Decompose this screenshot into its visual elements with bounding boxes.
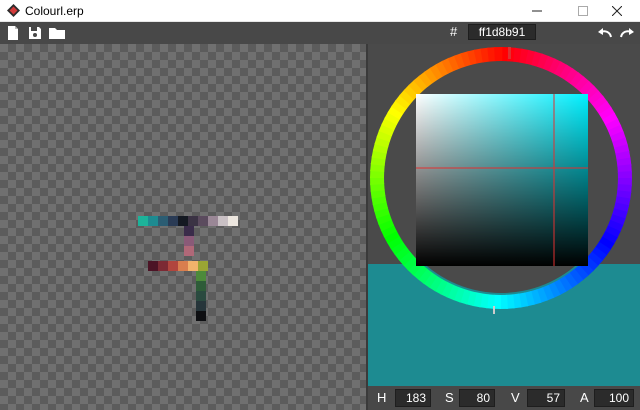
alpha-label: A (580, 390, 589, 405)
palette-pixel[interactable] (168, 216, 178, 226)
hue-input[interactable] (395, 389, 431, 407)
hex-hash-label: # (450, 24, 458, 39)
palette-pixel[interactable] (188, 216, 198, 226)
palette-pixel[interactable] (178, 216, 188, 226)
title-bar: Colourl.erp (0, 0, 640, 22)
hue-label: H (377, 390, 387, 405)
palette-pixel[interactable] (188, 261, 198, 271)
save-icon (29, 27, 41, 39)
color-picker (370, 47, 632, 314)
color-preview-panel (368, 44, 640, 386)
hue-marker[interactable] (508, 47, 511, 59)
palette-pixel[interactable] (178, 261, 188, 271)
value-label: V (511, 390, 520, 405)
palette-pixel[interactable] (196, 291, 206, 301)
palette-pixel[interactable] (196, 301, 206, 311)
palette-pixel[interactable] (198, 216, 208, 226)
hue-ring-segment[interactable] (494, 47, 503, 62)
close-icon (612, 6, 622, 16)
palette-pixel[interactable] (184, 236, 194, 246)
value-input[interactable] (527, 389, 565, 407)
palette-pixel[interactable] (196, 311, 206, 321)
saturation-label: S (445, 390, 454, 405)
palette-pixel[interactable] (148, 261, 158, 271)
new-file-icon (8, 26, 18, 40)
palette-pixel[interactable] (168, 261, 178, 271)
new-file-button[interactable] (4, 24, 22, 42)
palette-pixel[interactable] (218, 216, 228, 226)
folder-icon (49, 28, 65, 39)
saturation-input[interactable] (459, 389, 495, 407)
palette-pixel[interactable] (158, 261, 168, 271)
palette-pixel[interactable] (184, 226, 194, 236)
undo-icon (598, 28, 612, 38)
minimize-icon (532, 10, 542, 12)
maximize-icon (578, 6, 588, 16)
saturation-value-square[interactable] (416, 94, 588, 266)
hsva-bar: H S V A (368, 386, 640, 410)
minimize-button[interactable] (514, 0, 560, 22)
toolbar (0, 22, 640, 44)
palette-pixel[interactable] (158, 216, 168, 226)
pixel-canvas[interactable] (0, 44, 366, 410)
window-title: Colourl.erp (25, 4, 84, 18)
palette-pixel[interactable] (138, 216, 148, 226)
palette-pixel[interactable] (228, 216, 238, 226)
redo-button[interactable] (618, 24, 636, 42)
redo-icon (620, 28, 634, 38)
app-logo-icon (7, 4, 20, 17)
palette-pixel[interactable] (198, 261, 208, 271)
save-button[interactable] (26, 24, 44, 42)
close-button[interactable] (594, 0, 640, 22)
palette-pixel[interactable] (196, 271, 206, 281)
palette-pixel[interactable] (208, 216, 218, 226)
undo-button[interactable] (596, 24, 614, 42)
hue-marker-opposite (493, 306, 495, 314)
hex-color-input[interactable] (468, 24, 536, 40)
palette-pixel[interactable] (196, 281, 206, 291)
alpha-input[interactable] (594, 389, 634, 407)
palette-pixel[interactable] (184, 246, 194, 256)
open-folder-button[interactable] (48, 24, 66, 42)
palette-pixel[interactable] (148, 216, 158, 226)
